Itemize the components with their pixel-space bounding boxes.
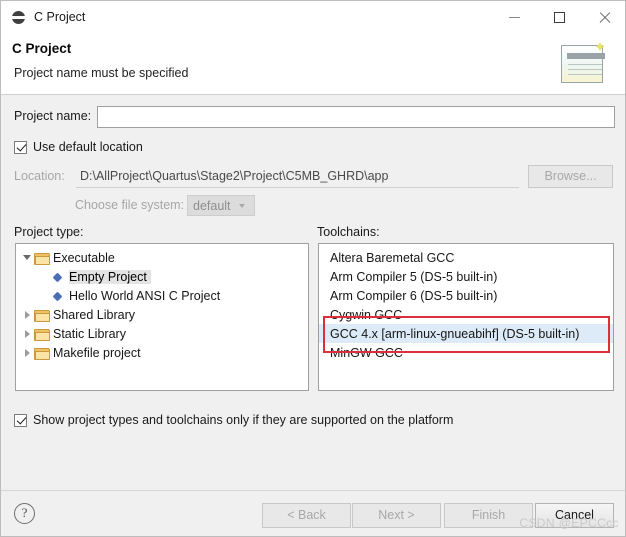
- toolchain-row[interactable]: Cygwin GCC: [319, 305, 613, 324]
- toolchains-label: Toolchains:: [317, 225, 380, 239]
- window-title: C Project: [34, 10, 86, 24]
- project-type-row[interactable]: Static Library: [16, 324, 308, 343]
- next-button[interactable]: Next >: [352, 503, 441, 528]
- toolchains-list[interactable]: Altera Baremetal GCC Arm Compiler 5 (DS-5…: [318, 243, 614, 391]
- sparkle-icon: ✦: [593, 39, 607, 56]
- use-default-location-row[interactable]: Use default location: [14, 140, 143, 154]
- help-button[interactable]: ?: [14, 503, 35, 524]
- project-name-input[interactable]: [97, 106, 615, 128]
- watermark: CSDN @EPCCcc: [519, 516, 619, 530]
- wizard-banner: C Project Project name must be specified…: [1, 33, 625, 95]
- bullet-icon: [52, 289, 65, 302]
- c-project-wizard-dialog: C Project C Project Project name must be…: [0, 0, 626, 537]
- close-icon: [598, 11, 611, 24]
- toolchain-row-label: Arm Compiler 5 (DS-5 built-in): [330, 269, 498, 284]
- toolchain-row[interactable]: Altera Baremetal GCC: [319, 248, 613, 267]
- maximize-icon: [554, 11, 565, 23]
- chevron-right-icon[interactable]: [20, 305, 34, 324]
- toolchain-row[interactable]: MinGW GCC: [319, 343, 613, 362]
- minimize-button[interactable]: [492, 1, 537, 33]
- browse-button[interactable]: Browse...: [528, 165, 613, 188]
- maximize-button[interactable]: [537, 1, 582, 33]
- chevron-down-icon[interactable]: [20, 248, 34, 267]
- choose-file-system-label: Choose file system:: [75, 198, 185, 212]
- project-type-row[interactable]: Shared Library: [16, 305, 308, 324]
- toolchain-row-label: Arm Compiler 6 (DS-5 built-in): [330, 288, 498, 303]
- project-type-row[interactable]: Makefile project: [16, 343, 308, 362]
- project-type-row[interactable]: Empty Project: [16, 267, 308, 286]
- project-type-label: Project type:: [14, 225, 84, 239]
- folder-icon: [34, 252, 50, 265]
- use-default-location-label: Use default location: [33, 140, 143, 154]
- minimize-icon: [509, 16, 520, 18]
- dialog-footer: ? < Back Next > Finish Cancel CSDN @EPCC…: [1, 490, 625, 536]
- project-type-tree[interactable]: Executable Empty Project Hello World ANSI …: [15, 243, 309, 391]
- project-type-row-label: Static Library: [53, 326, 126, 341]
- twisty-spacer: [38, 267, 52, 286]
- use-default-location-checkbox[interactable]: [14, 140, 27, 154]
- toolchain-row-label: Altera Baremetal GCC: [330, 250, 455, 265]
- dialog-body: Project name: Use default location Locat…: [1, 95, 625, 490]
- toolchain-row-label: GCC 4.x [arm-linux-gnueabihf] (DS-5 buil…: [330, 326, 580, 341]
- toolchain-row[interactable]: Arm Compiler 5 (DS-5 built-in): [319, 267, 613, 286]
- project-type-row[interactable]: Hello World ANSI C Project: [16, 286, 308, 305]
- folder-icon: [34, 347, 50, 360]
- project-type-row-label: Shared Library: [53, 307, 135, 322]
- chevron-right-icon[interactable]: [20, 343, 34, 362]
- page-title: C Project: [12, 41, 72, 56]
- project-type-row-label: Hello World ANSI C Project: [69, 288, 221, 303]
- project-type-row-label: Empty Project: [69, 269, 151, 284]
- close-button[interactable]: [582, 1, 625, 33]
- folder-icon: [34, 328, 50, 341]
- toolchain-row[interactable]: Arm Compiler 6 (DS-5 built-in): [319, 286, 613, 305]
- title-bar: C Project: [1, 1, 625, 33]
- toolchain-row[interactable]: GCC 4.x [arm-linux-gnueabihf] (DS-5 buil…: [319, 324, 613, 343]
- c-project-icon: [11, 9, 27, 25]
- location-label: Location:: [14, 169, 65, 183]
- project-type-row-label: Executable: [53, 250, 115, 265]
- toolchains-list-rows: Altera Baremetal GCC Arm Compiler 5 (DS-5…: [319, 244, 613, 362]
- chevron-right-icon[interactable]: [20, 324, 34, 343]
- project-name-label: Project name:: [14, 109, 92, 123]
- chevron-down-icon: [238, 203, 245, 208]
- location-input[interactable]: D:\AllProject\Quartus\Stage2\Project\C5M…: [76, 166, 519, 188]
- window-controls: [492, 1, 625, 33]
- show-supported-row[interactable]: Show project types and toolchains only i…: [14, 413, 453, 427]
- project-type-tree-rows: Executable Empty Project Hello World ANSI …: [16, 244, 308, 362]
- toolchain-row-label: Cygwin GCC: [330, 307, 403, 322]
- file-system-value: default: [193, 198, 231, 213]
- validation-message: Project name must be specified: [14, 66, 189, 80]
- folder-icon: [34, 309, 50, 322]
- file-system-select[interactable]: default: [187, 195, 255, 216]
- twisty-spacer: [38, 286, 52, 305]
- back-button[interactable]: < Back: [262, 503, 351, 528]
- project-type-row-label: Makefile project: [53, 345, 141, 360]
- show-supported-checkbox[interactable]: [14, 413, 27, 427]
- bullet-icon: [52, 270, 65, 283]
- show-supported-label: Show project types and toolchains only i…: [33, 413, 454, 427]
- project-type-row[interactable]: Executable: [16, 248, 308, 267]
- new-c-project-banner-icon: ✦: [557, 39, 611, 87]
- toolchain-row-label: MinGW GCC: [330, 345, 403, 360]
